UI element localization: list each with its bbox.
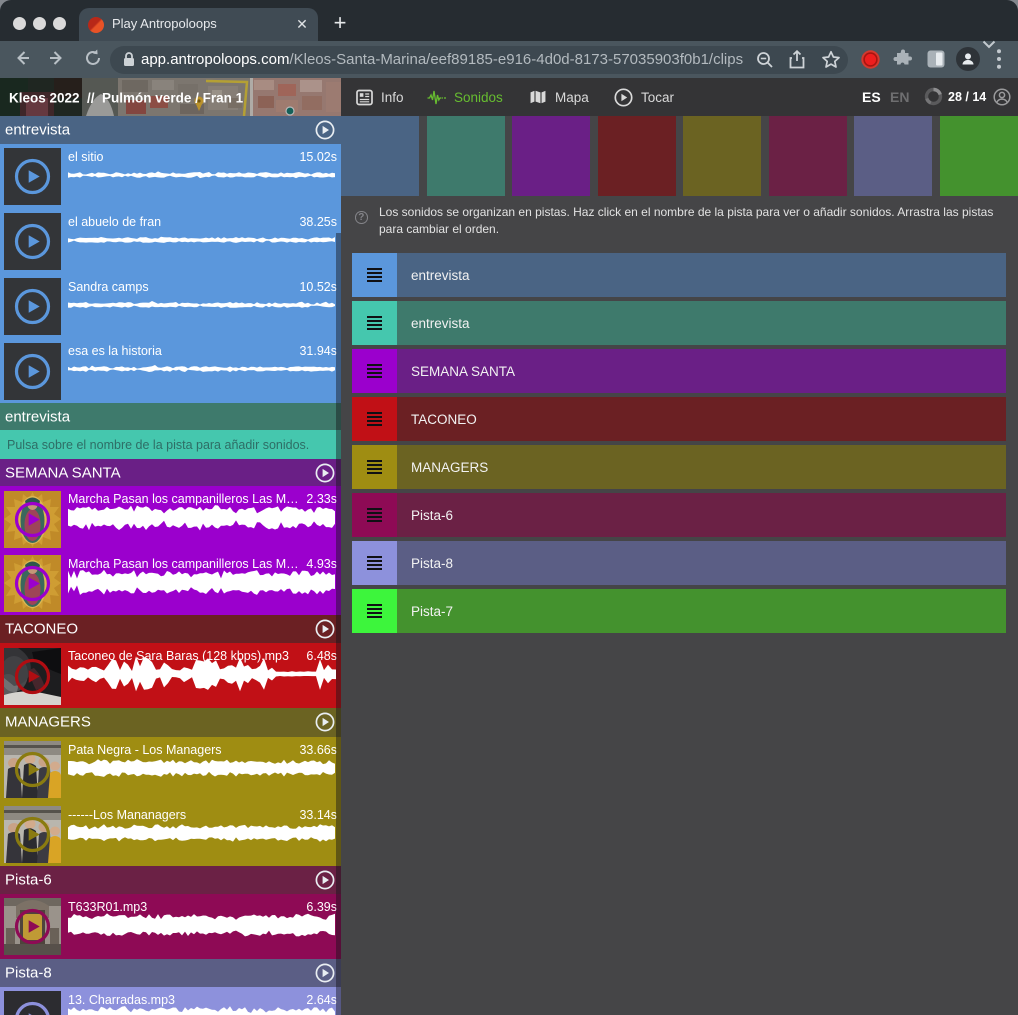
svg-text:Kleos 2022 // Pulmón verde /: Kleos 2022 // Pulmón verde / Fran 1 (9, 91, 244, 106)
